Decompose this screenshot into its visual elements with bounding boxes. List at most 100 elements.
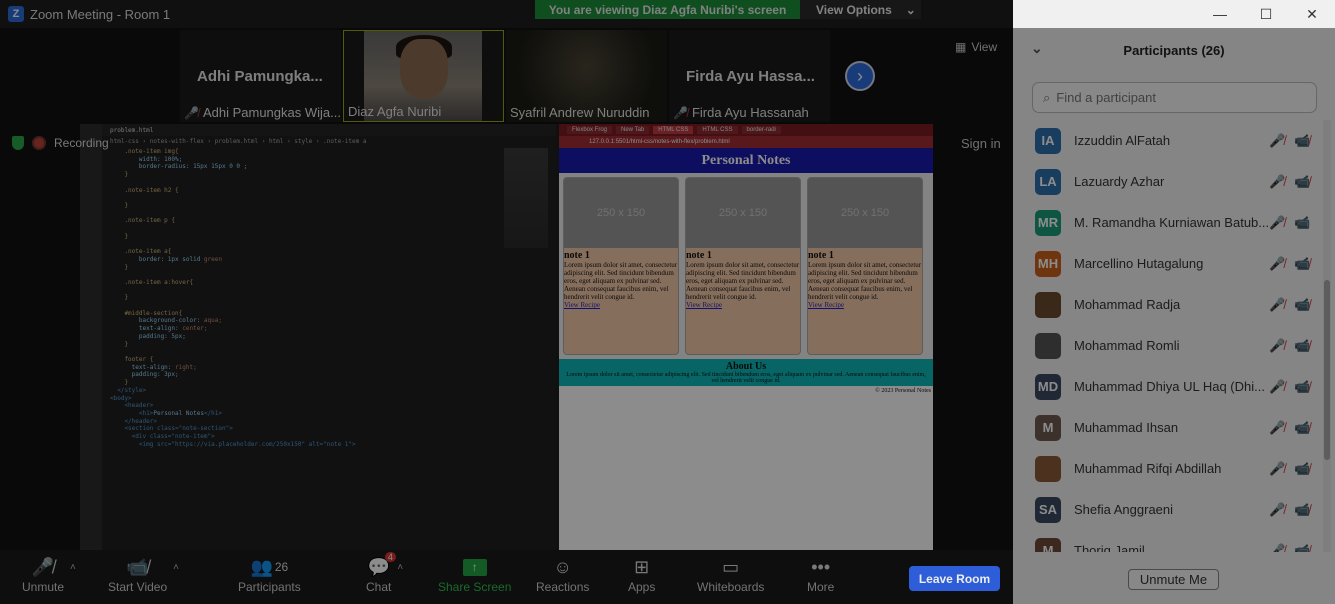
mic-off-icon[interactable]: 🎤̸ <box>1269 174 1285 190</box>
video-off-icon: 📹̸ <box>1294 378 1311 394</box>
note-text: Lorem ipsum dolor sit amet, consectetur … <box>808 261 922 301</box>
participant-row[interactable]: MH Marcellino Hutagalung 🎤̸ 📹̸ <box>1013 243 1323 284</box>
participant-list-scrollbar[interactable] <box>1323 120 1331 552</box>
meeting-toolbar: 🎤̸ Unmute ˄ 📹̸ Start Video ˄ 👥 26 Partici… <box>0 550 1013 604</box>
grid-icon: ▦ <box>955 40 967 54</box>
participant-row[interactable]: Mohammad Romli 🎤̸ 📹̸ <box>1013 325 1323 366</box>
editor-activity-bar <box>80 124 102 550</box>
avatar: M <box>1035 414 1061 441</box>
video-off-icon: 📹̸ <box>1294 542 1311 553</box>
search-input[interactable]: ⌕ Find a participant <box>1032 82 1317 113</box>
participant-row[interactable]: LA Lazuardy Azhar 🎤̸ 📹̸ <box>1013 161 1323 202</box>
participant-row[interactable]: Muhammad Rifqi Abdillah 🎤̸ 📹̸ <box>1013 448 1323 489</box>
participants-button[interactable]: 👥 26 Participants <box>238 554 301 595</box>
participants-label: Participants <box>238 580 301 594</box>
participant-name: Diaz Agfa Nuribi <box>348 104 442 119</box>
close-button[interactable]: ✕ <box>1289 6 1335 23</box>
share-screen-label: Share Screen <box>438 580 512 594</box>
sign-in-link[interactable]: Sign in <box>961 136 1001 151</box>
mic-off-icon[interactable]: 🎤̸ <box>1269 215 1285 231</box>
view-recipe-link: View Recipe <box>808 301 844 309</box>
video-off-icon: 📹̸ <box>1294 173 1311 189</box>
more-button[interactable]: ••• More <box>807 554 834 595</box>
mic-off-icon[interactable]: 🎤̸ <box>1269 297 1285 313</box>
view-options-button[interactable]: View Options ⌄ <box>800 0 921 19</box>
next-page-arrow-icon[interactable]: › <box>845 61 875 91</box>
viewing-banner: You are viewing Diaz Agfa Nuribi's scree… <box>535 0 800 19</box>
video-off-icon: 📹̸ <box>1294 501 1311 517</box>
editor-breadcrumb: html-css › notes-with-flex › problem.htm… <box>110 137 367 145</box>
shared-screen: problem.html html-css › notes-with-flex … <box>80 124 933 550</box>
view-button[interactable]: ▦ View <box>955 40 997 54</box>
whiteboards-button[interactable]: ▭ Whiteboards <box>697 554 764 595</box>
note-title: note 1 <box>564 250 590 261</box>
note-text: Lorem ipsum dolor sit amet, consectetur … <box>564 261 678 301</box>
minimize-button[interactable]: — <box>1197 6 1243 22</box>
browser-tab: Flexbox Frog <box>567 126 613 134</box>
chat-badge: 4 <box>384 552 396 562</box>
reactions-button[interactable]: ☺ Reactions <box>536 554 589 595</box>
smiley-icon: ☺ <box>553 556 572 577</box>
note-card: 250 x 150 note 1 Lorem ipsum dolor sit a… <box>807 177 923 355</box>
about-text: Lorem ipsum dolor sit amet, consectetur … <box>566 372 926 384</box>
chevron-up-icon[interactable]: ˄ <box>397 562 403 573</box>
apps-button[interactable]: ⊞ Apps <box>628 554 656 595</box>
maximize-button[interactable]: ☐ <box>1243 6 1289 23</box>
participant-row[interactable]: MD Muhammad Dhiya UL Haq (Dhi... 🎤̸ 📹̸ <box>1013 366 1323 407</box>
participant-row[interactable]: M Thoriq Jamil 🎤̸ 📹̸ <box>1013 530 1323 552</box>
participant-big-name: Adhi Pamungka... <box>197 68 323 85</box>
mic-off-icon[interactable]: 🎤̸ <box>1269 543 1285 553</box>
mic-off-icon: 🎤̸ <box>184 105 199 120</box>
unmute-button[interactable]: 🎤̸ Unmute ˄ <box>22 554 76 595</box>
shield-icon <box>12 136 24 150</box>
video-off-icon: 📹̸ <box>126 556 149 577</box>
video-thumbnail[interactable]: Adhi Pamungka... 🎤̸ Adhi Pamungkas Wija..… <box>180 30 341 122</box>
meeting-stage: Adhi Pamungka... 🎤̸ Adhi Pamungkas Wija..… <box>0 28 1013 550</box>
apps-label: Apps <box>628 580 656 594</box>
participant-name: Mohammad Radja <box>1074 297 1181 312</box>
participant-row[interactable]: M Muhammad Ihsan 🎤̸ 📹̸ <box>1013 407 1323 448</box>
chat-button[interactable]: 💬 4 Chat ˄ <box>366 552 403 594</box>
participant-name: Lazuardy Azhar <box>1074 174 1165 189</box>
mic-off-icon[interactable]: 🎤̸ <box>1269 133 1285 149</box>
participant-row[interactable]: MR M. Ramandha Kurniawan Batub... 🎤̸ 📹 <box>1013 202 1323 243</box>
participant-row[interactable]: Mohammad Radja 🎤̸ 📹̸ <box>1013 284 1323 325</box>
search-icon: ⌕ <box>1043 89 1051 105</box>
browser-tabs: Flexbox Frog New Tab HTML CSS HTML CSS b… <box>559 124 933 136</box>
avatar: MR <box>1035 209 1061 236</box>
video-off-icon: 📹̸ <box>1294 132 1311 148</box>
note-text: Lorem ipsum dolor sit amet, consectetur … <box>686 261 800 301</box>
share-screen-icon: ↑ <box>462 558 487 576</box>
start-video-button[interactable]: 📹̸ Start Video ˄ <box>108 554 179 595</box>
unmute-me-button[interactable]: Unmute Me <box>1128 569 1219 590</box>
mic-off-icon[interactable]: 🎤̸ <box>1269 502 1285 518</box>
mic-off-icon[interactable]: 🎤̸ <box>1269 256 1285 272</box>
code-editor: problem.html html-css › notes-with-flex … <box>80 124 556 550</box>
video-on-icon: 📹 <box>1294 214 1311 230</box>
about-title: About Us <box>725 361 767 372</box>
window-title: Zoom Meeting - Room 1 <box>30 6 171 22</box>
video-thumbnail[interactable]: Syafril Andrew Nuruddin <box>506 30 667 122</box>
share-screen-button[interactable]: ↑ Share Screen <box>438 554 511 594</box>
leave-room-button[interactable]: Leave Room <box>909 566 1000 591</box>
participant-row[interactable]: IA Izzuddin AlFatah 🎤̸ 📹̸ <box>1013 120 1323 161</box>
participant-row[interactable]: SA Shefia Anggraeni 🎤̸ 📹̸ <box>1013 489 1323 530</box>
avatar: MH <box>1035 250 1061 277</box>
video-thumbnail-active[interactable]: Diaz Agfa Nuribi <box>343 30 504 122</box>
recording-indicator[interactable]: Recording <box>12 136 109 150</box>
chevron-up-icon[interactable]: ˄ <box>173 562 179 573</box>
about-section: About Us Lorem ipsum dolor sit amet, con… <box>559 359 933 386</box>
recording-label: Recording <box>54 136 109 150</box>
avatar: LA <box>1035 168 1061 195</box>
chevron-down-icon[interactable]: ⌄ <box>1031 40 1043 57</box>
chevron-up-icon[interactable]: ˄ <box>70 562 76 573</box>
browser-tab: HTML CSS <box>697 126 738 134</box>
video-thumbnail[interactable]: Firda Ayu Hassa... 🎤̸ Firda Ayu Hassanah <box>669 30 830 122</box>
mic-off-icon[interactable]: 🎤̸ <box>1269 420 1285 436</box>
mic-off-icon[interactable]: 🎤̸ <box>1269 338 1285 354</box>
browser-tab: border-radi <box>741 126 781 134</box>
record-icon <box>32 136 46 150</box>
mic-off-icon[interactable]: 🎤̸ <box>1269 379 1285 395</box>
mic-off-icon[interactable]: 🎤̸ <box>1269 461 1285 477</box>
browser-tab: New Tab <box>616 126 650 134</box>
